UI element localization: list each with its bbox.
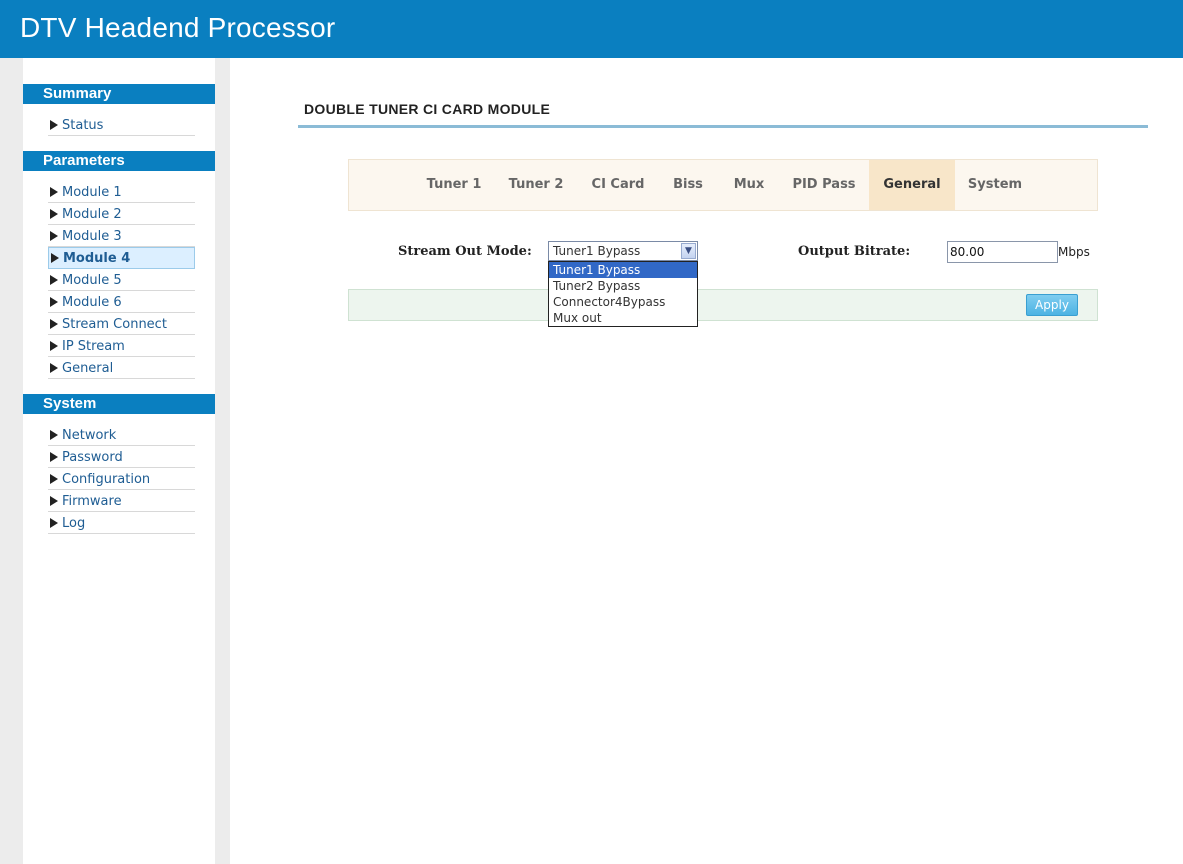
triangle-right-icon [50,275,58,285]
triangle-right-icon [50,452,58,462]
action-bar: Apply [348,289,1098,321]
chevron-down-icon[interactable]: ▼ [681,243,696,259]
sidebar-item-label: Module 3 [62,229,122,244]
triangle-right-icon [50,319,58,329]
output-bitrate-input[interactable] [947,241,1058,263]
section-system-title: System [23,394,215,414]
triangle-right-icon [50,209,58,219]
sidebar-item-label: Module 4 [63,251,131,266]
heading-divider [298,125,1148,128]
tab-mux[interactable]: Mux [719,160,779,210]
triangle-right-icon [50,120,58,130]
app-title: DTV Headend Processor [20,12,336,43]
sidebar-item-module-3[interactable]: Module 3 [48,226,195,247]
sidebar-item-label: Stream Connect [62,317,167,332]
sidebar-item-label: Configuration [62,472,151,487]
option-mux-out[interactable]: Mux out [549,310,697,326]
sidebar-item-configuration[interactable]: Configuration [48,469,195,490]
stream-out-mode-value: Tuner1 Bypass [553,244,641,258]
sidebar-item-status[interactable]: Status [48,115,195,136]
triangle-right-icon [50,430,58,440]
triangle-right-icon [50,187,58,197]
option-tuner2-bypass[interactable]: Tuner2 Bypass [549,278,697,294]
option-tuner1-bypass[interactable]: Tuner1 Bypass [549,262,697,278]
sidebar-item-stream-connect[interactable]: Stream Connect [48,314,195,335]
sidebar-item-label: Log [62,516,86,531]
sidebar-item-module-5[interactable]: Module 5 [48,270,195,291]
triangle-right-icon [50,231,58,241]
tab-tuner-2[interactable]: Tuner 2 [497,160,575,210]
sidebar-item-label: IP Stream [62,339,125,354]
sidebar-item-label: Module 2 [62,207,122,222]
tab-biss[interactable]: Biss [661,160,715,210]
section-summary-title: Summary [23,84,215,104]
tab-general[interactable]: General [869,160,955,210]
stream-out-mode-select[interactable]: Tuner1 Bypass ▼ [548,241,698,261]
sidebar-item-label: Firmware [62,494,122,509]
tab-pid-pass[interactable]: PID Pass [783,160,865,210]
sidebar-item-label: General [62,361,114,376]
sidebar-item-firmware[interactable]: Firmware [48,491,195,512]
sidebar-item-general[interactable]: General [48,358,195,379]
header-bar: DTV Headend Processor [0,0,1183,58]
bitrate-unit-label: Mbps [1058,245,1090,259]
sidebar-item-label: Password [62,450,123,465]
sidebar-item-label: Network [62,428,117,443]
sidebar: Summary Status Parameters Module 1 Modul… [23,58,215,864]
sidebar-item-label: Module 1 [62,185,122,200]
page-title: DOUBLE TUNER CI CARD MODULE [304,101,551,117]
triangle-right-icon [50,363,58,373]
sidebar-item-label: Module 5 [62,273,122,288]
tab-ci-card[interactable]: CI Card [579,160,657,210]
section-parameters-title: Parameters [23,151,215,171]
main-content: DOUBLE TUNER CI CARD MODULE Tuner 1 Tune… [230,58,1183,864]
triangle-right-icon [50,496,58,506]
apply-button[interactable]: Apply [1026,294,1078,316]
sidebar-item-module-2[interactable]: Module 2 [48,204,195,225]
sidebar-item-module-4[interactable]: Module 4 [48,247,195,269]
option-connector4bypass[interactable]: Connector4Bypass [549,294,697,310]
tab-bar: Tuner 1 Tuner 2 CI Card Biss Mux PID Pas… [348,159,1098,211]
sidebar-item-ip-stream[interactable]: IP Stream [48,336,195,357]
stream-out-mode-dropdown: Tuner1 Bypass Tuner2 Bypass Connector4By… [548,261,698,327]
triangle-right-icon [50,297,58,307]
sidebar-item-network[interactable]: Network [48,425,195,446]
triangle-right-icon [50,474,58,484]
sidebar-item-module-1[interactable]: Module 1 [48,182,195,203]
stream-out-mode-label: Stream Out Mode: [398,244,532,259]
triangle-right-icon [51,253,59,263]
triangle-right-icon [50,518,58,528]
tab-system[interactable]: System [955,160,1035,210]
output-bitrate-label: Output Bitrate: [798,244,911,259]
sidebar-item-label: Module 6 [62,295,122,310]
tab-tuner-1[interactable]: Tuner 1 [415,160,493,210]
sidebar-item-log[interactable]: Log [48,513,195,534]
sidebar-item-module-6[interactable]: Module 6 [48,292,195,313]
sidebar-item-password[interactable]: Password [48,447,195,468]
triangle-right-icon [50,341,58,351]
sidebar-item-label: Status [62,118,104,133]
sidebar-gutter [215,58,230,864]
